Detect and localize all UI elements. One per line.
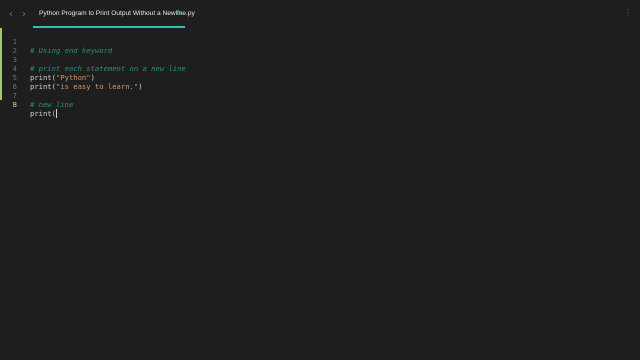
code-line[interactable]: 2 bbox=[0, 37, 560, 55]
code-function-call: print bbox=[30, 109, 52, 118]
code-line[interactable]: 4 print("Python") bbox=[0, 55, 560, 82]
tab-title: Python Program to Print Output Without a… bbox=[39, 10, 195, 17]
menu-icon[interactable]: ⋮ bbox=[622, 7, 634, 19]
code-line[interactable]: 6 bbox=[0, 73, 560, 91]
line-number: 8 bbox=[12, 100, 17, 109]
line-text: print( bbox=[30, 109, 57, 118]
chevron-right-icon[interactable]: › bbox=[19, 7, 29, 21]
text-cursor bbox=[55, 109, 57, 118]
pencil-icon: ✎ bbox=[176, 9, 182, 17]
code-line[interactable]: 3 # print each statement on a new line bbox=[0, 46, 560, 73]
line-text: # new line bbox=[30, 100, 74, 109]
code-line-current[interactable]: 8 print( bbox=[0, 91, 560, 118]
tab-bar: ‹ › Python Program to Print Output Witho… bbox=[0, 0, 640, 28]
chevron-left-icon[interactable]: ‹ bbox=[6, 7, 16, 21]
code-line[interactable]: 5 print("is easy to learn.") bbox=[0, 64, 560, 91]
tab-active-file[interactable]: Python Program to Print Output Without a… bbox=[33, 0, 195, 28]
code-line[interactable]: 1 # Using end keyword bbox=[0, 28, 560, 55]
code-line[interactable]: 7 # new line bbox=[0, 82, 560, 109]
code-editor[interactable]: 1 # Using end keyword 2 3 # print each s… bbox=[0, 28, 640, 360]
